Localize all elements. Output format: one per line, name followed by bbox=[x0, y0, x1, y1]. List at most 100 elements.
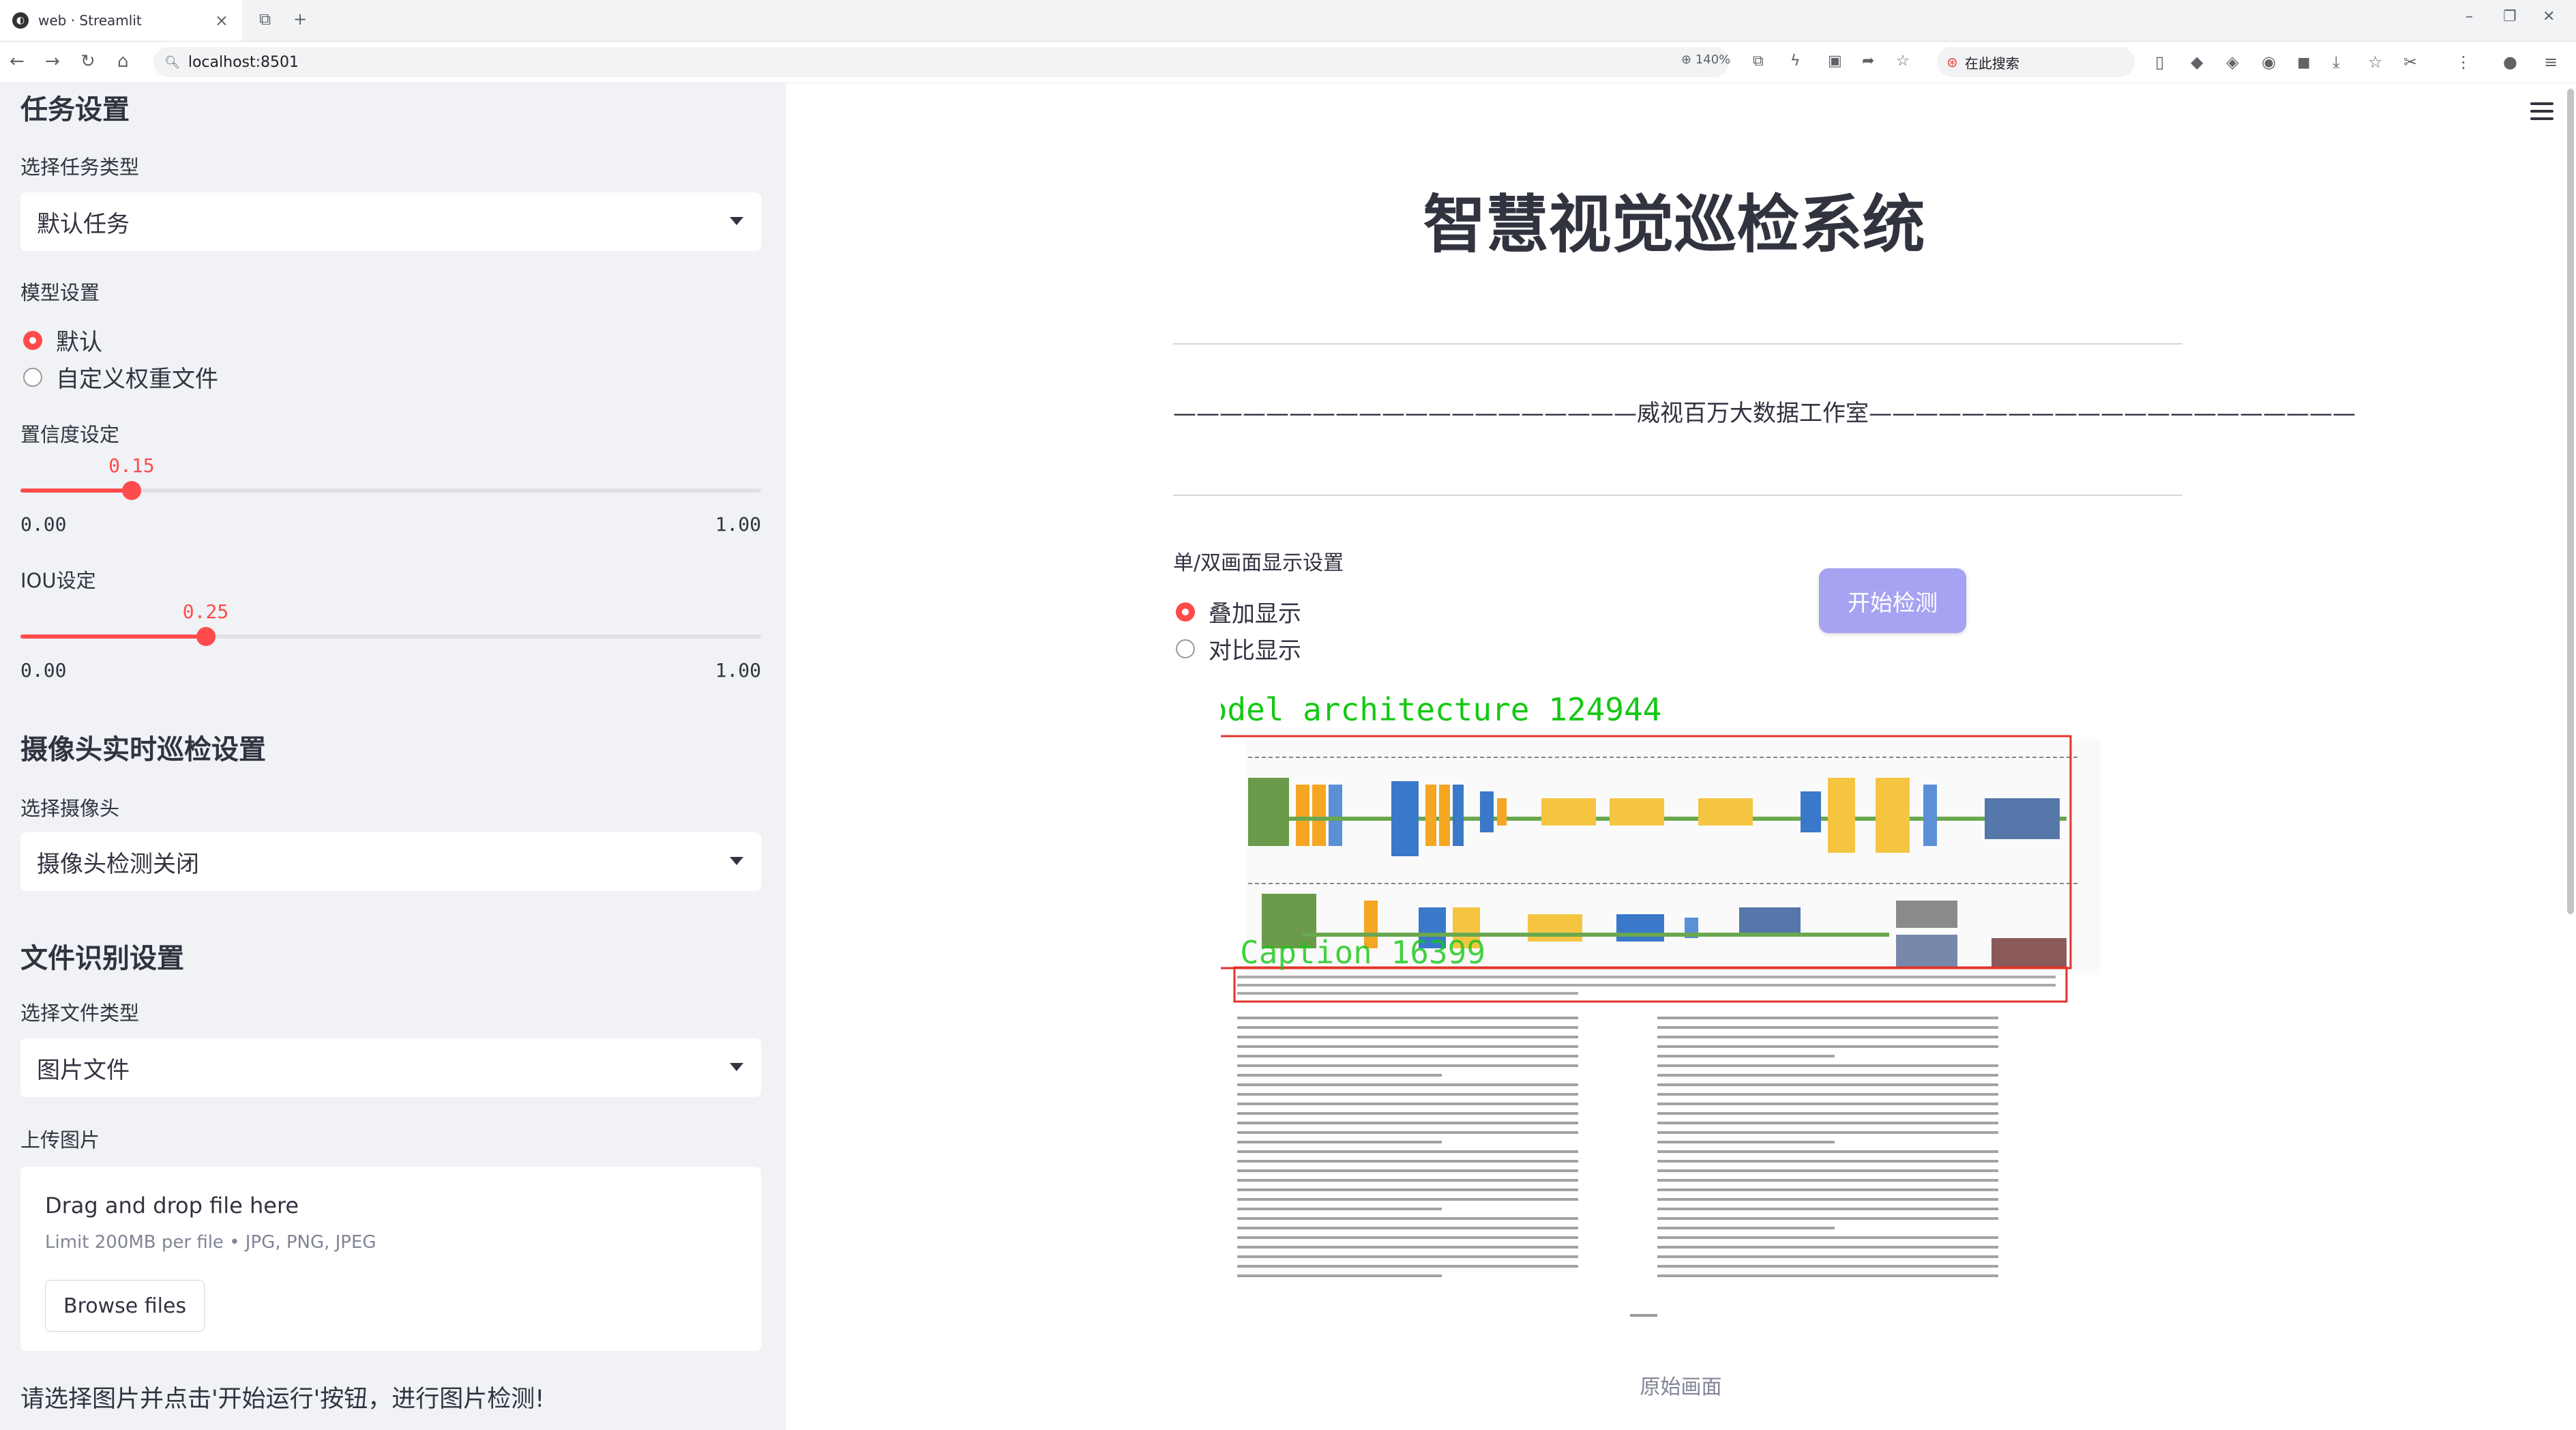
new-tab-icon[interactable]: + bbox=[293, 10, 307, 29]
cut-tool-icon[interactable]: ✂ bbox=[2403, 53, 2417, 72]
extension-3-icon[interactable]: ◉ bbox=[2262, 53, 2276, 72]
text-line bbox=[1657, 1026, 1998, 1029]
confidence-value: 0.15 bbox=[108, 454, 155, 477]
sidebar: 任务设置 选择任务类型 默认任务 模型设置 默认 自定义权重文件 置信度设定 0… bbox=[0, 83, 786, 1430]
file-settings-header: 文件识别设置 bbox=[20, 943, 184, 974]
confidence-label: 置信度设定 bbox=[20, 423, 120, 446]
tab-title: web · Streamlit bbox=[38, 12, 142, 29]
upload-label: 上传图片 bbox=[20, 1128, 100, 1152]
text-line bbox=[1237, 1274, 1442, 1277]
text-line bbox=[1657, 1055, 1835, 1057]
text-line bbox=[1237, 1160, 1578, 1163]
back-icon[interactable]: ← bbox=[10, 51, 25, 72]
text-line bbox=[1657, 1074, 1998, 1077]
text-line bbox=[1237, 1217, 1578, 1220]
text-line bbox=[1657, 1208, 1998, 1210]
reader-icon[interactable]: ▯ bbox=[2155, 53, 2164, 72]
lightning-icon[interactable]: ϟ bbox=[1790, 53, 1801, 70]
text-line bbox=[1657, 1188, 1998, 1191]
text-line bbox=[1657, 1265, 1998, 1268]
iou-slider-thumb[interactable] bbox=[196, 627, 216, 646]
bookmark-star-icon[interactable]: ☆ bbox=[1896, 53, 1910, 70]
display-mode-label: 单/双画面显示设置 bbox=[1173, 551, 1344, 575]
iou-slider-fill bbox=[20, 634, 206, 639]
browser-tab[interactable]: ◐ web · Streamlit × bbox=[0, 0, 242, 41]
confidence-slider[interactable] bbox=[20, 481, 761, 500]
iou-label: IOU设定 bbox=[20, 569, 96, 592]
page-scrollbar[interactable] bbox=[2567, 89, 2574, 914]
search-engine-icon: ⊛ bbox=[1946, 54, 1958, 70]
forward-icon[interactable]: → bbox=[45, 51, 60, 72]
text-line bbox=[1657, 1274, 1998, 1277]
restore-icon[interactable]: ❐ bbox=[2503, 8, 2517, 25]
text-line bbox=[1657, 1131, 1998, 1134]
iou-slider[interactable] bbox=[20, 627, 761, 646]
model-radio-custom[interactable]: 自定义权重文件 bbox=[23, 360, 218, 394]
text-line bbox=[1237, 1026, 1578, 1029]
text-line bbox=[1237, 1141, 1442, 1143]
radio-label: 自定义权重文件 bbox=[56, 366, 218, 393]
download-icon[interactable]: ⤓ bbox=[2333, 53, 2340, 72]
text-line bbox=[1657, 1122, 1998, 1124]
reload-icon[interactable]: ↻ bbox=[80, 51, 95, 72]
text-line bbox=[1657, 1169, 1998, 1172]
iou-min: 0.00 bbox=[20, 659, 67, 682]
close-window-icon[interactable]: ✕ bbox=[2543, 8, 2555, 25]
text-line bbox=[1657, 1255, 1998, 1258]
favorites-icon[interactable]: ☆ bbox=[2368, 53, 2383, 72]
text-line bbox=[1657, 1112, 1998, 1115]
text-line bbox=[1657, 1083, 1998, 1086]
divider-top bbox=[1173, 343, 2182, 345]
confidence-slider-thumb[interactable] bbox=[121, 481, 141, 500]
text-line bbox=[1657, 1227, 1835, 1229]
confidence-min: 0.00 bbox=[20, 513, 67, 536]
url-input[interactable]: 🔍︎ localhost:8501 bbox=[153, 47, 1729, 77]
text-line bbox=[1237, 1227, 1578, 1229]
radio-selected-icon bbox=[23, 330, 42, 350]
text-line bbox=[1237, 1112, 1578, 1115]
text-line bbox=[1657, 1064, 1998, 1067]
browse-files-button[interactable]: Browse files bbox=[45, 1280, 205, 1332]
display-radio-overlay[interactable]: 叠加显示 bbox=[1176, 595, 1301, 628]
text-line bbox=[1657, 1103, 1998, 1105]
minimize-icon[interactable]: – bbox=[2466, 8, 2473, 25]
model-radio-default[interactable]: 默认 bbox=[23, 323, 102, 357]
tab-group-icon[interactable]: ⧉ bbox=[259, 10, 271, 29]
profile-avatar-icon[interactable]: ● bbox=[2503, 53, 2517, 72]
detection-image-svg: Model architecture 124944 Caption 16399 bbox=[1188, 689, 2118, 1344]
text-line bbox=[1657, 1236, 1998, 1239]
start-detection-button[interactable]: 开始检测 bbox=[1819, 568, 1966, 633]
text-line bbox=[1237, 1074, 1442, 1077]
display-radio-compare[interactable]: 对比显示 bbox=[1176, 632, 1301, 665]
file-type-select[interactable]: 图片文件 bbox=[20, 1038, 761, 1097]
chevron-down-icon bbox=[730, 1063, 743, 1071]
radio-unselected-icon bbox=[1176, 639, 1195, 658]
more-icon[interactable]: ⋮ bbox=[2455, 53, 2472, 72]
text-line bbox=[1657, 1246, 1998, 1249]
site-info-icon[interactable]: 🔍︎ bbox=[164, 55, 180, 70]
zoom-indicator[interactable]: ⊕ 140% bbox=[1681, 53, 1730, 67]
extension-2-icon[interactable]: ◈ bbox=[2226, 53, 2238, 72]
text-line bbox=[1657, 1036, 1998, 1038]
browser-menu-icon[interactable]: ≡ bbox=[2544, 53, 2558, 72]
text-line bbox=[1237, 1055, 1578, 1057]
close-tab-icon[interactable]: × bbox=[215, 11, 228, 30]
camera-select[interactable]: 摄像头检测关闭 bbox=[20, 832, 761, 891]
extension-4-icon[interactable]: ◼ bbox=[2297, 53, 2311, 72]
file-uploader-dropzone[interactable]: Drag and drop file here Limit 200MB per … bbox=[20, 1167, 761, 1351]
search-box[interactable]: ⊛ 在此搜索 bbox=[1937, 47, 2135, 77]
text-line bbox=[1237, 1036, 1578, 1038]
url-text: localhost:8501 bbox=[188, 53, 299, 71]
home-icon[interactable]: ⌂ bbox=[117, 51, 129, 72]
extension-1-icon[interactable]: ◆ bbox=[2191, 53, 2203, 72]
share-icon[interactable]: ➦ bbox=[1862, 53, 1874, 70]
streamlit-favicon-icon: ◐ bbox=[12, 12, 29, 29]
hamburger-menu-icon[interactable] bbox=[2530, 102, 2553, 125]
text-line bbox=[1237, 1083, 1578, 1086]
screenshot-icon[interactable]: ▣ bbox=[1828, 53, 1842, 70]
text-line bbox=[1237, 1103, 1578, 1105]
text-line bbox=[1237, 1188, 1578, 1191]
radio-selected-icon bbox=[1176, 602, 1195, 622]
confidence-slider-fill bbox=[20, 488, 132, 493]
translate-icon[interactable]: ⧉ bbox=[1753, 53, 1764, 70]
